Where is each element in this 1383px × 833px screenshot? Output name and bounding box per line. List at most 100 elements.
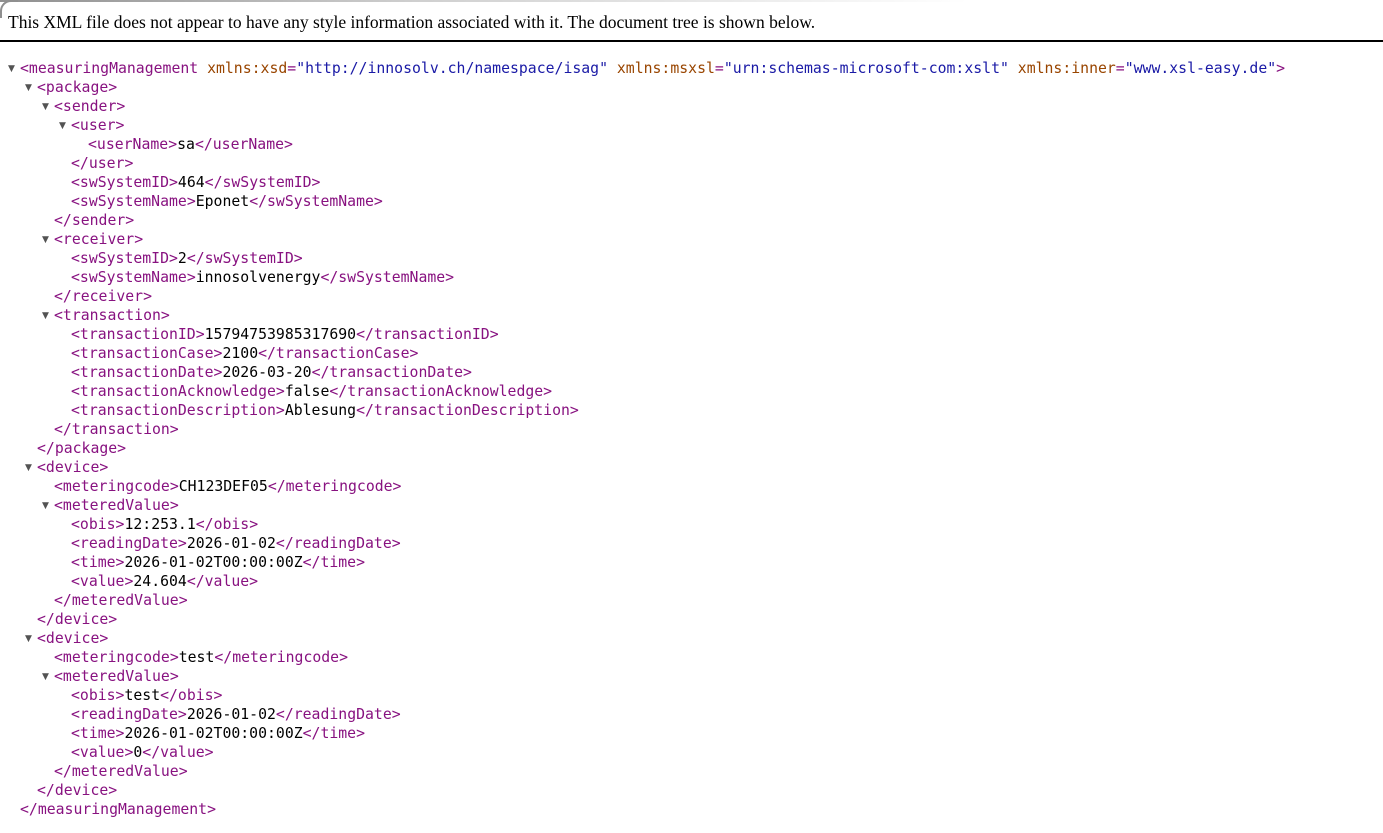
- xml-opening-tag-end: >: [108, 79, 117, 96]
- xml-opening-tag: <swSystemName: [71, 269, 187, 286]
- xml-text-value: 24.604: [133, 573, 186, 590]
- xml-text-value: 2026-01-02: [187, 535, 276, 552]
- xml-text-value: Eponet: [196, 193, 249, 210]
- xml-text-value: 2026-03-20: [222, 364, 311, 381]
- xml-opening-tag: <transactionCase: [71, 345, 214, 362]
- xml-opening-tag-end: >: [1276, 60, 1285, 77]
- xml-attribute-name: xmlns:inner: [1009, 60, 1116, 77]
- xml-tree-line: <obis>test</obis>: [0, 686, 1383, 705]
- xml-text-value: 464: [178, 174, 205, 191]
- collapse-arrow-icon[interactable]: ▼: [25, 630, 37, 649]
- xml-opening-tag-end: >: [170, 668, 179, 685]
- xml-closing-tag: </meteredValue>: [54, 763, 188, 780]
- xml-tree-line: ▼<meteredValue>: [0, 496, 1383, 515]
- xml-tree-line: </measuringManagement>: [0, 800, 1383, 819]
- xml-opening-tag-end: >: [187, 269, 196, 286]
- xml-opening-tag: <device: [37, 459, 99, 476]
- xml-attribute-value: "http://innosolv.ch/namespace/isag": [296, 60, 608, 77]
- xml-opening-tag: <meteringcode: [54, 649, 170, 666]
- collapse-arrow-icon[interactable]: ▼: [8, 60, 20, 79]
- xml-tree-line: ▼<device>: [0, 458, 1383, 477]
- xml-opening-tag-end: >: [168, 136, 177, 153]
- xml-closing-tag: </value>: [187, 573, 258, 590]
- xml-tree-line: <meteringcode>CH123DEF05</meteringcode>: [0, 477, 1383, 496]
- xml-text-value: 2100: [222, 345, 258, 362]
- xml-opening-tag: <package: [37, 79, 108, 96]
- xml-closing-tag: </obis>: [160, 687, 222, 704]
- xml-opening-tag-end: >: [187, 193, 196, 210]
- xml-opening-tag: <readingDate: [71, 535, 178, 552]
- collapse-arrow-icon[interactable]: ▼: [42, 98, 54, 117]
- xml-closing-tag: </readingDate>: [276, 535, 401, 552]
- xml-tree-line: <swSystemID>464</swSystemID>: [0, 173, 1383, 192]
- xml-text-value: 2026-01-02T00:00:00Z: [124, 725, 302, 742]
- xml-text-value: innosolvenergy: [196, 269, 321, 286]
- collapse-arrow-icon[interactable]: ▼: [25, 79, 37, 98]
- xml-opening-tag-end: >: [170, 649, 179, 666]
- xml-opening-tag: <meteredValue: [54, 497, 170, 514]
- xml-closing-tag: </swSystemID>: [187, 250, 303, 267]
- xml-opening-tag: <swSystemID: [71, 174, 169, 191]
- xml-attribute-equals: =: [1116, 60, 1125, 77]
- xml-tree-line: </receiver>: [0, 287, 1383, 306]
- xml-attribute-name: xmlns:xsd: [198, 60, 287, 77]
- xml-closing-tag: </time>: [303, 725, 365, 742]
- xml-tree-line: ▼<sender>: [0, 97, 1383, 116]
- xml-tree-line: <transactionAcknowledge>false</transacti…: [0, 382, 1383, 401]
- xml-text-value: Ablesung: [285, 402, 356, 419]
- xml-opening-tag-end: >: [99, 459, 108, 476]
- xml-tree-line: </sender>: [0, 211, 1383, 230]
- xml-tree: ▼<measuringManagement xmlns:xsd="http://…: [0, 42, 1383, 825]
- xml-tree-line: <value>24.604</value>: [0, 572, 1383, 591]
- xml-closing-tag: </swSystemName>: [320, 269, 454, 286]
- xml-text-value: test: [124, 687, 160, 704]
- xml-tree-line: <time>2026-01-02T00:00:00Z</time>: [0, 724, 1383, 743]
- xml-text-value: test: [179, 649, 215, 666]
- xml-opening-tag: <meteringcode: [54, 478, 170, 495]
- xml-closing-tag: </user>: [71, 155, 133, 172]
- collapse-arrow-icon[interactable]: ▼: [42, 231, 54, 250]
- xml-attribute-equals: =: [715, 60, 724, 77]
- xml-tree-line: </device>: [0, 610, 1383, 629]
- xml-tree-line: ▼<user>: [0, 116, 1383, 135]
- xml-tree-line: </device>: [0, 781, 1383, 800]
- xml-opening-tag: <measuringManagement: [20, 60, 198, 77]
- xml-closing-tag: </transactionDate>: [312, 364, 472, 381]
- xml-tree-line: ▼<meteredValue>: [0, 667, 1383, 686]
- xml-opening-tag: <obis: [71, 516, 116, 533]
- xml-tree-line: <transactionDate>2026-03-20</transaction…: [0, 363, 1383, 382]
- xml-text-value: 2026-01-02: [187, 706, 276, 723]
- collapse-arrow-icon[interactable]: ▼: [42, 307, 54, 326]
- xml-opening-tag-end: >: [169, 174, 178, 191]
- xml-opening-tag-end: >: [276, 383, 285, 400]
- collapse-arrow-icon[interactable]: ▼: [42, 497, 54, 516]
- xml-tree-line: ▼<package>: [0, 78, 1383, 97]
- xml-tree-line: <transactionDescription>Ablesung</transa…: [0, 401, 1383, 420]
- collapse-arrow-icon[interactable]: ▼: [25, 459, 37, 478]
- xml-closing-tag: </measuringManagement>: [20, 801, 216, 818]
- xml-text-value: false: [285, 383, 330, 400]
- xml-tree-line: ▼<device>: [0, 629, 1383, 648]
- xml-opening-tag: <time: [71, 725, 116, 742]
- xml-text-value: 0: [133, 744, 142, 761]
- xml-closing-tag: </receiver>: [54, 288, 152, 305]
- xml-opening-tag-end: >: [134, 231, 143, 248]
- xml-text-value: 12:253.1: [124, 516, 195, 533]
- xml-closing-tag: </device>: [37, 782, 117, 799]
- collapse-arrow-icon[interactable]: ▼: [42, 668, 54, 687]
- xml-opening-tag-end: >: [170, 497, 179, 514]
- xml-closing-tag: </meteringcode>: [268, 478, 402, 495]
- xml-tree-line: <value>0</value>: [0, 743, 1383, 762]
- xml-opening-tag-end: >: [178, 706, 187, 723]
- xml-viewer-header: This XML file does not appear to have an…: [0, 0, 1383, 42]
- collapse-arrow-icon[interactable]: ▼: [59, 117, 71, 136]
- xml-tree-line: <userName>sa</userName>: [0, 135, 1383, 154]
- xml-opening-tag: <transactionDate: [71, 364, 214, 381]
- xml-opening-tag-end: >: [276, 402, 285, 419]
- xml-opening-tag-end: >: [196, 326, 205, 343]
- xml-tree-line: </transaction>: [0, 420, 1383, 439]
- xml-attribute-name: xmlns:msxsl: [608, 60, 715, 77]
- xml-closing-tag: </meteredValue>: [54, 592, 188, 609]
- xml-tree-line: <swSystemName>Eponet</swSystemName>: [0, 192, 1383, 211]
- xml-closing-tag: </transaction>: [54, 421, 179, 438]
